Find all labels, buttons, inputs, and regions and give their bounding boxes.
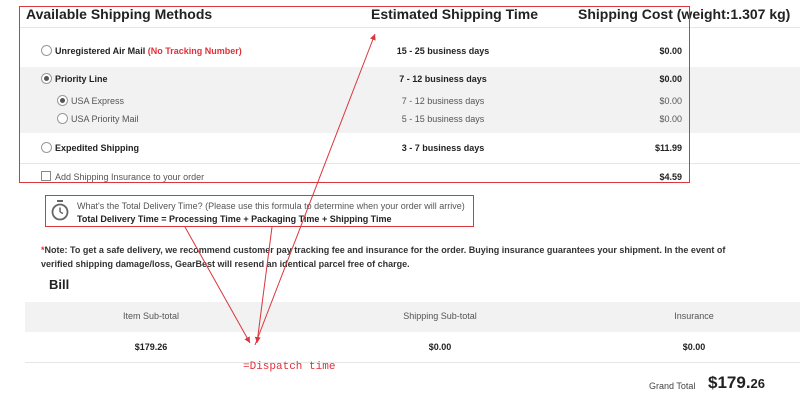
annotation-arrows bbox=[184, 33, 376, 346]
arrow-to-shipping-time bbox=[254, 33, 376, 346]
arrow-to-dispatch-1 bbox=[254, 226, 273, 344]
arrow-to-dispatch-2 bbox=[184, 226, 251, 344]
